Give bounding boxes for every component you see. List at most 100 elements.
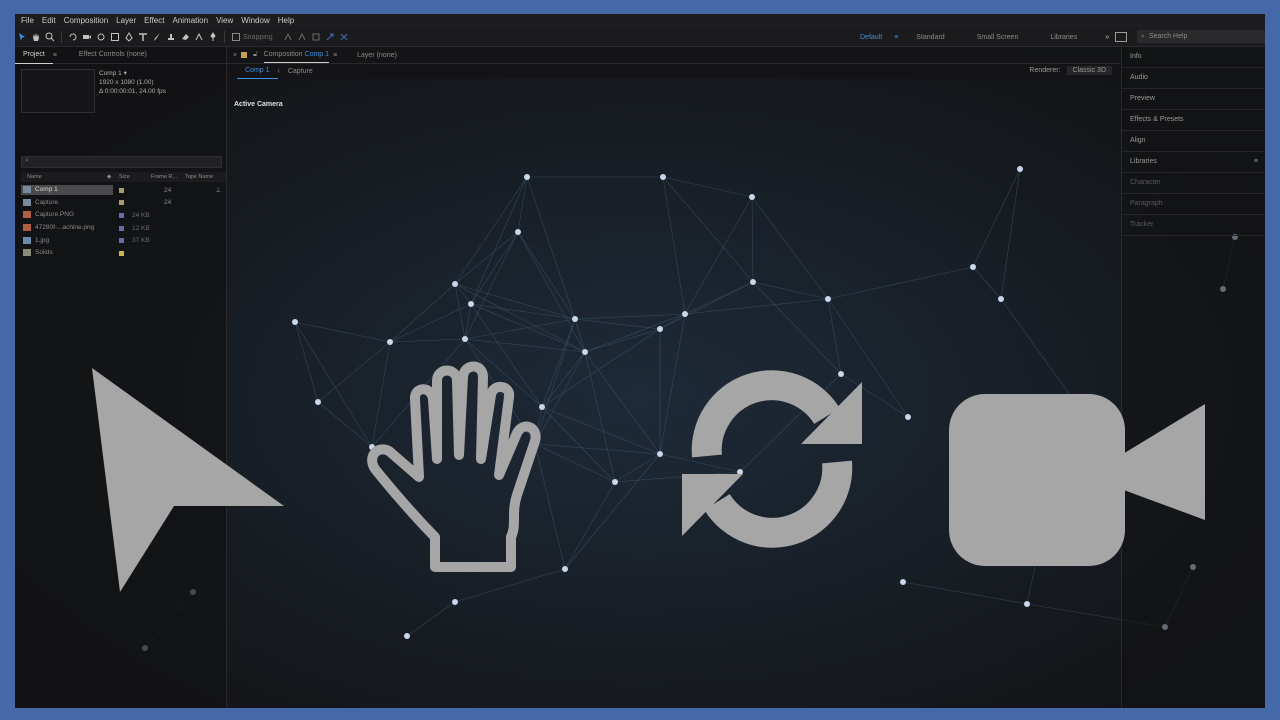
panel-audio[interactable]: Audio bbox=[1122, 68, 1265, 89]
item-name-text: Capture.PNG bbox=[35, 211, 75, 219]
axis-icon bbox=[326, 33, 334, 41]
panel-preview[interactable]: Preview bbox=[1122, 89, 1265, 110]
panel-menu-icon[interactable]: ≡ bbox=[53, 52, 57, 59]
column-name[interactable]: Name bbox=[21, 174, 107, 180]
axis-mode-1[interactable] bbox=[323, 30, 337, 44]
zoom-tool[interactable] bbox=[43, 30, 57, 44]
menu-file[interactable]: File bbox=[15, 14, 38, 28]
panel-menu-icon[interactable]: ≡ bbox=[333, 52, 337, 59]
puppet-tool[interactable] bbox=[206, 30, 220, 44]
renderer-dropdown[interactable]: Classic 3D bbox=[1066, 66, 1112, 75]
menu-animation[interactable]: Animation bbox=[168, 14, 212, 28]
workspace-standard[interactable]: Standard bbox=[904, 34, 956, 41]
list-item[interactable]: Solids bbox=[21, 247, 226, 260]
label-color-swatch[interactable] bbox=[119, 187, 124, 193]
item-name: Comp 1 bbox=[21, 185, 113, 196]
label-color-swatch[interactable] bbox=[119, 238, 124, 244]
item-name: Capture bbox=[21, 198, 113, 208]
column-size[interactable]: Size bbox=[119, 174, 151, 180]
workspace-small-screen[interactable]: Small Screen bbox=[957, 34, 1039, 41]
snapping-checkbox[interactable] bbox=[229, 30, 243, 44]
list-item[interactable]: 1.jpg 37 KB bbox=[21, 234, 226, 247]
panel-tracker[interactable]: Tracker bbox=[1122, 215, 1265, 236]
clone-stamp-tool[interactable] bbox=[164, 30, 178, 44]
workspace-default[interactable]: Default bbox=[848, 34, 894, 41]
roto-brush-tool[interactable] bbox=[192, 30, 206, 44]
panel-libraries[interactable]: Libraries ≡ bbox=[1122, 152, 1265, 173]
checkbox-icon bbox=[232, 33, 240, 41]
menu-effect[interactable]: Effect bbox=[140, 14, 168, 28]
rotate-icon bbox=[69, 33, 77, 41]
file-type-icon bbox=[23, 198, 31, 206]
hand-tool[interactable] bbox=[29, 30, 43, 44]
rotation-tool[interactable] bbox=[66, 30, 80, 44]
nav-capture[interactable]: Capture bbox=[280, 65, 321, 79]
panel-info[interactable]: Info bbox=[1122, 47, 1265, 68]
project-list-header: Name ◆ Size Frame R... Tape Name bbox=[21, 172, 226, 182]
nav-comp-1[interactable]: Comp 1 bbox=[237, 64, 278, 79]
eraser-tool[interactable] bbox=[178, 30, 192, 44]
panel-label: Audio bbox=[1130, 74, 1148, 81]
tab-effect-controls[interactable]: Effect Controls (none) bbox=[71, 47, 155, 63]
flowchart-icon[interactable]: ⊥ bbox=[215, 186, 221, 194]
project-search-input[interactable]: ⌕ bbox=[21, 156, 222, 168]
item-size: 12 KB bbox=[132, 224, 150, 232]
comp-info-duration: Δ 0:00:00:01, 24.00 fps bbox=[99, 88, 166, 95]
menu-view[interactable]: View bbox=[212, 14, 237, 28]
workspace-menu-icon[interactable]: ≡ bbox=[894, 34, 898, 41]
lock-icon[interactable]: 🔓︎ bbox=[253, 51, 258, 59]
label-color-swatch[interactable] bbox=[119, 200, 124, 206]
snap-option-3[interactable] bbox=[309, 30, 323, 44]
column-tape-name[interactable]: Tape Name bbox=[185, 174, 213, 180]
label-column-icon[interactable]: ◆ bbox=[107, 174, 119, 180]
axis-mode-2[interactable] bbox=[337, 30, 351, 44]
selection-tool[interactable] bbox=[15, 30, 29, 44]
panel-character[interactable]: Character bbox=[1122, 173, 1265, 194]
search-placeholder: Search Help bbox=[1148, 33, 1188, 40]
list-item[interactable]: Capture 24 bbox=[21, 197, 226, 210]
menu-help[interactable]: Help bbox=[274, 14, 298, 28]
close-icon[interactable]: × bbox=[233, 52, 237, 59]
overflow-chevron-icon[interactable]: » bbox=[1105, 34, 1109, 41]
label-color-swatch[interactable] bbox=[119, 250, 124, 256]
dropdown-icon[interactable]: ▾ bbox=[124, 70, 127, 77]
item-name-text: 1.jpg bbox=[35, 236, 50, 244]
panel-paragraph[interactable]: Paragraph bbox=[1122, 194, 1265, 215]
label-color-swatch[interactable] bbox=[119, 212, 124, 218]
menu-window[interactable]: Window bbox=[237, 14, 273, 28]
workspace-libraries[interactable]: Libraries bbox=[1038, 34, 1089, 41]
list-item[interactable]: 47280f-...achine.png 12 KB bbox=[21, 222, 226, 235]
menu-edit[interactable]: Edit bbox=[38, 14, 60, 28]
pen-tool[interactable] bbox=[122, 30, 136, 44]
panel-toggle-icon[interactable] bbox=[1115, 32, 1127, 42]
camera-tool[interactable] bbox=[80, 30, 94, 44]
tab-project[interactable]: Project bbox=[15, 47, 53, 64]
item-frame-rate: 24 bbox=[164, 199, 172, 207]
type-tool[interactable] bbox=[136, 30, 150, 44]
list-item[interactable]: Capture.PNG 24 KB bbox=[21, 209, 226, 222]
snap-option-2[interactable] bbox=[295, 30, 309, 44]
pen-icon bbox=[125, 32, 133, 42]
label-color-swatch[interactable] bbox=[119, 225, 124, 231]
search-help-field[interactable]: ⌕ Search Help bbox=[1137, 30, 1265, 43]
brush-tool[interactable] bbox=[150, 30, 164, 44]
menu-layer[interactable]: Layer bbox=[112, 14, 140, 28]
item-name: 1.jpg bbox=[21, 236, 113, 246]
rectangle-tool[interactable] bbox=[108, 30, 122, 44]
panel-align[interactable]: Align bbox=[1122, 131, 1265, 152]
panel-label: Align bbox=[1130, 137, 1146, 144]
search-icon: ⌕ bbox=[1141, 32, 1145, 40]
tab-layer[interactable]: Layer (none) bbox=[357, 52, 397, 59]
tab-composition[interactable]: Composition Comp 1 bbox=[263, 48, 330, 63]
workspace-switcher: Default ≡ Standard Small Screen Librarie… bbox=[848, 28, 1109, 46]
panel-menu-icon[interactable]: ≡ bbox=[1254, 152, 1258, 172]
panel-effects-presets[interactable]: Effects & Presets bbox=[1122, 110, 1265, 131]
panel-label: Character bbox=[1130, 179, 1161, 186]
snap-option-1[interactable] bbox=[281, 30, 295, 44]
divider bbox=[61, 31, 62, 43]
pan-behind-tool[interactable] bbox=[94, 30, 108, 44]
column-frame-rate[interactable]: Frame R... bbox=[151, 174, 185, 180]
list-item[interactable]: Comp 1 24 bbox=[21, 184, 226, 197]
menu-composition[interactable]: Composition bbox=[60, 14, 112, 28]
refresh-icon bbox=[682, 370, 862, 548]
